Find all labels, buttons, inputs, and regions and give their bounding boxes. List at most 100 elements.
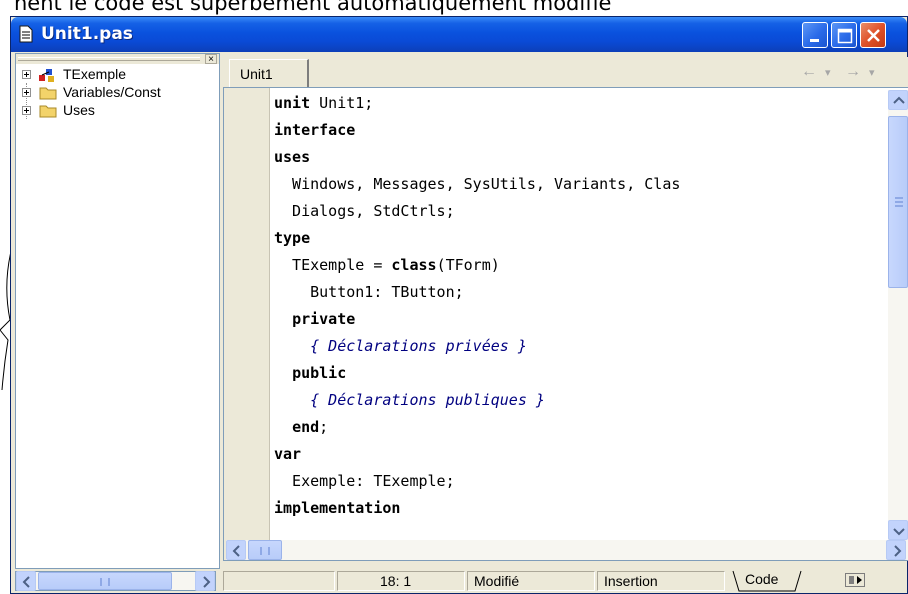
tree-item-variables-const[interactable]: Variables/Const: [16, 84, 219, 102]
horizontal-scrollbar[interactable]: [226, 540, 908, 560]
tree-item-uses[interactable]: Uses: [16, 102, 219, 120]
code-keyword: private: [292, 310, 356, 328]
maximize-icon: [837, 28, 853, 44]
code-keyword: var: [274, 445, 302, 463]
cursor-position: 18: 1: [380, 573, 412, 589]
code-text: Dialogs, StdCtrls;: [274, 202, 455, 220]
editor-tab-strip: Unit1 ← ▾ → ▾: [223, 57, 908, 87]
code-comment: { Déclarations privées }: [274, 337, 527, 355]
close-button[interactable]: [860, 22, 886, 48]
explorer-close-button[interactable]: ×: [205, 54, 217, 65]
class-icon: [39, 69, 54, 82]
expand-icon[interactable]: [22, 106, 31, 115]
explorer-horizontal-scrollbar[interactable]: [15, 571, 216, 591]
code-keyword: class: [391, 256, 437, 274]
tree-item-label: Uses: [63, 102, 95, 118]
grip-icon: [260, 547, 270, 555]
scroll-up-button[interactable]: [888, 90, 908, 110]
status-panel-empty: [223, 571, 335, 591]
title-bar[interactable]: Unit1.pas: [11, 17, 907, 52]
code-line[interactable]: { Déclarations privées }: [274, 333, 527, 360]
code-line[interactable]: uses: [274, 144, 310, 171]
code-editor[interactable]: unit Unit1; interface uses Windows, Messag…: [223, 87, 908, 561]
scroll-left-button[interactable]: [16, 571, 36, 591]
modified-indicator: Modifié: [474, 573, 520, 589]
minimize-icon: [810, 39, 819, 42]
document-text-strip: nent le code est superbement automatique…: [0, 0, 908, 16]
expand-icon[interactable]: [22, 70, 31, 79]
code-line[interactable]: end;: [274, 414, 328, 441]
editor-window: Unit1.pas × TExemple Variables/Const Use…: [10, 16, 908, 594]
code-line[interactable]: public: [274, 360, 346, 387]
code-tab-label: Code: [745, 571, 779, 587]
code-explorer-panel: × TExemple Variables/Const Uses: [15, 53, 220, 569]
code-line[interactable]: Dialogs, StdCtrls;: [274, 198, 455, 225]
scroll-down-button[interactable]: [888, 520, 908, 540]
code-keyword: uses: [274, 148, 311, 166]
chevron-up-icon: [893, 96, 905, 104]
chevron-left-icon: [22, 576, 30, 588]
code-text: Exemple: TExemple;: [274, 472, 455, 490]
code-text: (TForm): [436, 256, 500, 274]
grip-icon: [895, 197, 903, 207]
code-line[interactable]: Exemple: TExemple;: [274, 468, 455, 495]
code-line[interactable]: TExemple = class(TForm): [274, 252, 500, 279]
code-text: Button1: TButton;: [274, 283, 464, 301]
code-indent: TExemple =: [274, 256, 392, 274]
code-text: Unit1;: [310, 94, 374, 112]
code-keyword: implementation: [274, 499, 401, 517]
toggle-view-icon[interactable]: [845, 573, 865, 587]
code-line[interactable]: { Déclarations publiques }: [274, 387, 545, 414]
vertical-scroll-thumb[interactable]: [888, 116, 908, 288]
navigation-arrows: ← ▾ → ▾: [801, 63, 908, 81]
forward-dropdown-icon[interactable]: ▾: [869, 66, 875, 79]
code-comment: { Déclarations publiques }: [274, 391, 545, 409]
chevron-right-icon: [203, 576, 211, 588]
code-line[interactable]: unit Unit1;: [274, 90, 373, 117]
code-line[interactable]: private: [274, 306, 355, 333]
tab-label: Unit1: [240, 66, 273, 82]
back-arrow-icon[interactable]: ←: [801, 63, 817, 81]
chevron-right-icon: [894, 545, 902, 557]
status-bar: 18: 1 Modifié Insertion Code: [11, 569, 907, 593]
window-title: Unit1.pas: [41, 24, 133, 44]
minimize-button[interactable]: [802, 22, 828, 48]
code-line[interactable]: Windows, Messages, SysUtils, Variants, C…: [274, 171, 680, 198]
tab-code[interactable]: Code: [731, 569, 807, 593]
code-line[interactable]: Button1: TButton;: [274, 279, 464, 306]
code-keyword: type: [274, 229, 311, 247]
editor-gutter: [224, 88, 270, 560]
tree-item-texemple[interactable]: TExemple: [16, 66, 219, 84]
code-text: ;: [319, 418, 329, 436]
horizontal-scroll-thumb[interactable]: [248, 540, 282, 560]
explorer-grip-bar[interactable]: ×: [16, 54, 219, 65]
code-keyword: end: [292, 418, 320, 436]
close-icon: [867, 29, 880, 42]
code-keyword: unit: [274, 94, 311, 112]
back-dropdown-icon[interactable]: ▾: [825, 66, 831, 79]
code-area[interactable]: unit Unit1; interface uses Windows, Messag…: [274, 90, 888, 538]
document-top-text: nent le code est superbement automatique…: [14, 0, 612, 15]
code-line[interactable]: type: [274, 225, 310, 252]
forward-arrow-icon[interactable]: →: [845, 63, 861, 81]
status-panel-mode: Insertion: [597, 571, 725, 591]
expand-icon[interactable]: [22, 88, 31, 97]
code-text: Windows, Messages, SysUtils, Variants, C…: [274, 175, 681, 193]
maximize-button[interactable]: [831, 22, 857, 48]
vertical-scrollbar[interactable]: [888, 90, 908, 540]
document-icon: [19, 25, 33, 43]
code-line[interactable]: implementation: [274, 495, 400, 522]
horizontal-scroll-thumb[interactable]: [38, 572, 172, 590]
scroll-right-button[interactable]: [886, 540, 906, 560]
folder-icon: [39, 87, 57, 100]
code-line[interactable]: interface: [274, 117, 355, 144]
code-keyword: public: [292, 364, 347, 382]
edit-mode: Insertion: [604, 573, 658, 589]
tab-unit1[interactable]: Unit1: [229, 59, 309, 87]
chevron-down-icon: [893, 528, 905, 536]
scroll-left-button[interactable]: [226, 540, 246, 560]
status-panel-modified: Modifié: [467, 571, 595, 591]
code-line[interactable]: var: [274, 441, 301, 468]
scroll-right-button[interactable]: [195, 571, 215, 591]
